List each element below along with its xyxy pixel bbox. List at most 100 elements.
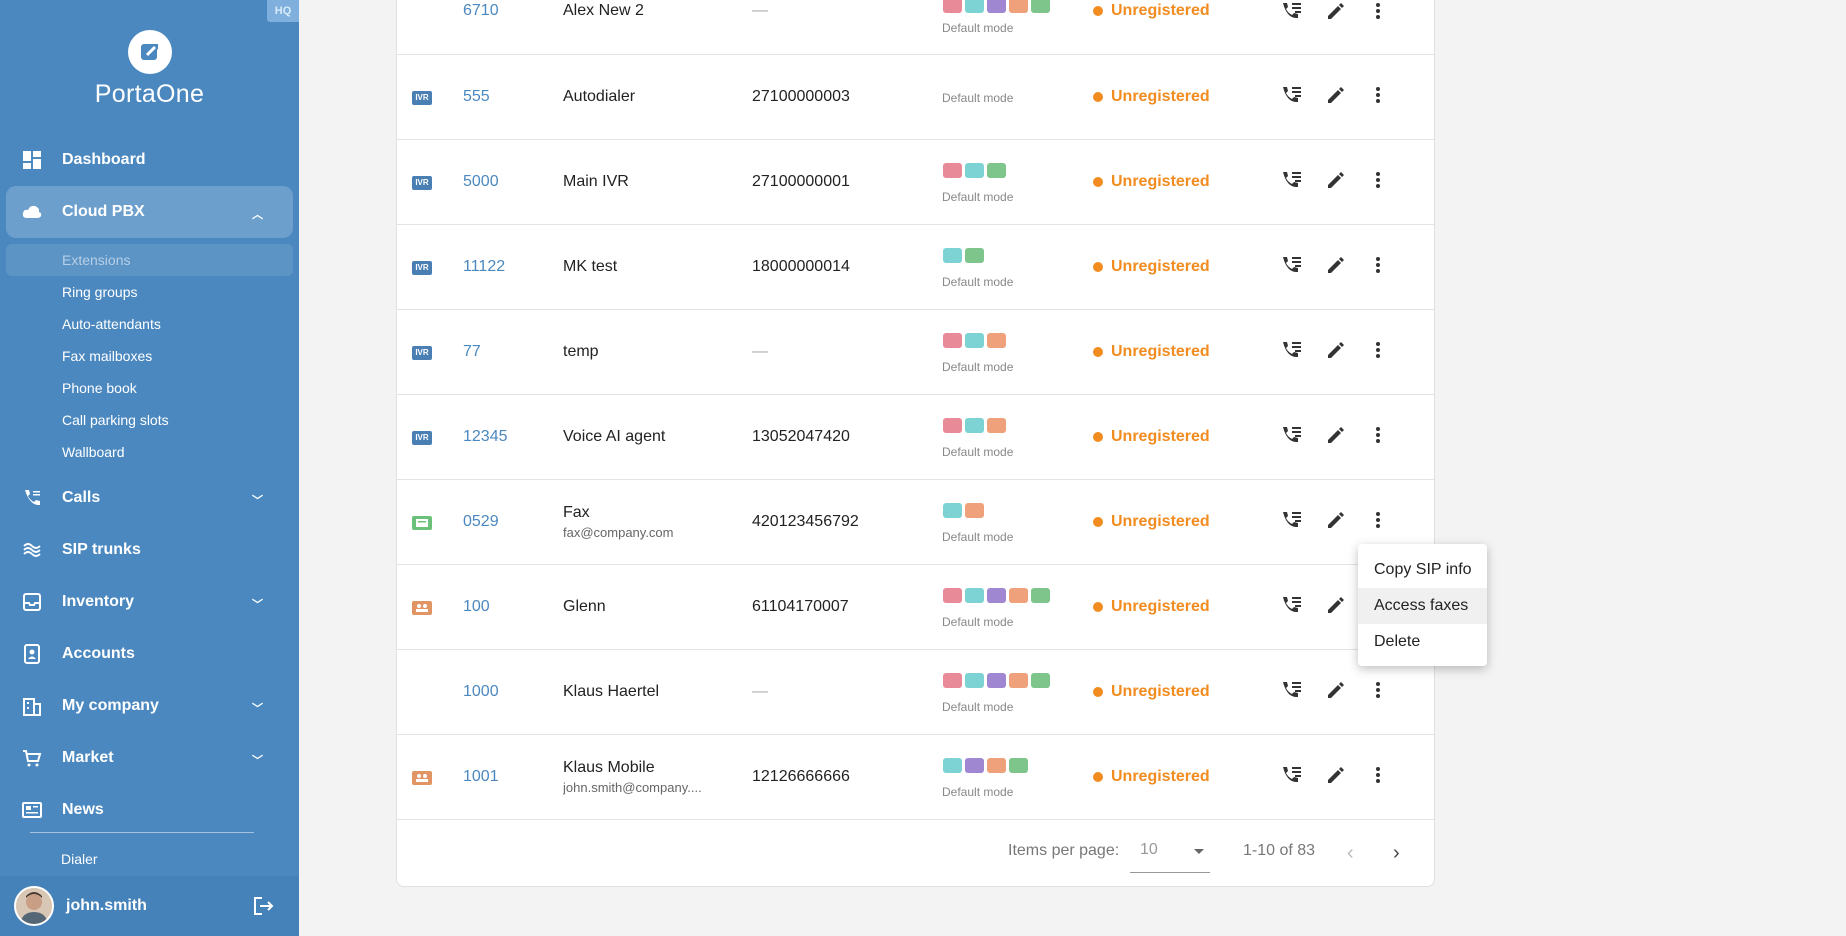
- more-options-icon[interactable]: [1367, 679, 1389, 701]
- group-icon: [412, 601, 432, 615]
- menu-access-faxes[interactable]: Access faxes: [1358, 588, 1487, 624]
- nav-calls[interactable]: Calls ﹀: [0, 472, 299, 524]
- brand-logo[interactable]: PortaOne: [0, 30, 299, 109]
- call-log-icon[interactable]: [1281, 0, 1303, 22]
- call-log-icon[interactable]: [1281, 424, 1303, 446]
- edit-icon[interactable]: [1325, 594, 1347, 616]
- sub-extensions[interactable]: Extensions: [6, 244, 293, 276]
- call-log-icon[interactable]: [1281, 254, 1303, 276]
- nav-market[interactable]: Market ﹀: [0, 732, 299, 784]
- nav-cloud-pbx[interactable]: Cloud PBX ︿: [6, 186, 293, 238]
- user-name[interactable]: john.smith: [66, 897, 147, 915]
- edit-icon[interactable]: [1325, 509, 1347, 531]
- more-options-icon[interactable]: [1367, 254, 1389, 276]
- more-options-icon[interactable]: [1367, 764, 1389, 786]
- sub-wallboard[interactable]: Wallboard: [0, 436, 299, 468]
- feature-icon: [943, 248, 962, 263]
- table-row[interactable]: 1000 Klaus Haertel — Default mode Unregi…: [397, 650, 1434, 735]
- table-row[interactable]: IVR 77 temp — Default mode Unregistered: [397, 310, 1434, 395]
- page-range: 1-10 of 83: [1243, 842, 1316, 859]
- call-log-icon[interactable]: [1281, 509, 1303, 531]
- menu-delete[interactable]: Delete: [1358, 624, 1487, 660]
- dropdown-arrow-icon[interactable]: [1194, 849, 1204, 854]
- status-dot: [1093, 6, 1103, 16]
- nav-news[interactable]: News: [0, 784, 299, 836]
- call-log-icon[interactable]: [1281, 339, 1303, 361]
- ivr-icon: IVR: [412, 91, 432, 105]
- nav-inventory[interactable]: Inventory ﹀: [0, 576, 299, 628]
- table-row[interactable]: 1001 Klaus Mobile john.smith@company....…: [397, 735, 1434, 820]
- chevron-down-icon: ﹀: [252, 703, 263, 715]
- previous-page-button[interactable]: ‹: [1347, 842, 1354, 865]
- dashboard-icon: [23, 151, 41, 169]
- status-dot: [1093, 517, 1103, 527]
- extension-number[interactable]: 12345: [463, 428, 508, 446]
- nav-dialer[interactable]: Dialer: [61, 851, 98, 867]
- feature-icon: [965, 163, 984, 178]
- more-options-icon[interactable]: [1367, 424, 1389, 446]
- sub-auto-attendants[interactable]: Auto-attendants: [0, 308, 299, 340]
- edit-icon[interactable]: [1325, 679, 1347, 701]
- more-options-icon[interactable]: [1367, 339, 1389, 361]
- extension-name: MK test: [563, 258, 618, 275]
- logout-icon[interactable]: [253, 896, 275, 916]
- table-row[interactable]: 6710 Alex New 2 — Default mode Unregiste…: [397, 0, 1434, 55]
- more-options-icon[interactable]: [1367, 84, 1389, 106]
- next-page-button[interactable]: ›: [1393, 842, 1400, 865]
- call-log-icon[interactable]: [1281, 594, 1303, 616]
- nav-accounts[interactable]: Accounts: [0, 628, 299, 680]
- extension-number[interactable]: 77: [463, 343, 481, 361]
- sub-call-parking-slots[interactable]: Call parking slots: [0, 404, 299, 436]
- nav-sip-trunks[interactable]: SIP trunks: [0, 524, 299, 576]
- table-row[interactable]: IVR 12345 Voice AI agent 13052047420 Def…: [397, 395, 1434, 480]
- extension-number[interactable]: 1000: [463, 683, 499, 701]
- extension-number[interactable]: 11122: [463, 258, 505, 276]
- menu-copy-sip-info[interactable]: Copy SIP info: [1358, 552, 1487, 588]
- table-row[interactable]: 100 Glenn 61104170007 Default mode Unreg…: [397, 565, 1434, 650]
- edit-icon[interactable]: [1325, 0, 1347, 22]
- hq-badge[interactable]: HQ: [267, 0, 299, 22]
- ivr-icon: IVR: [412, 346, 432, 360]
- call-log-icon[interactable]: [1281, 169, 1303, 191]
- nav-dashboard[interactable]: Dashboard: [0, 134, 299, 186]
- call-log-icon[interactable]: [1281, 84, 1303, 106]
- status-dot: [1093, 772, 1103, 782]
- sub-ring-groups[interactable]: Ring groups: [0, 276, 299, 308]
- avatar[interactable]: [14, 886, 54, 926]
- phone-number: 12126666666: [752, 768, 850, 785]
- feature-icon: [1031, 0, 1050, 13]
- extension-number[interactable]: 6710: [463, 2, 499, 20]
- extension-number[interactable]: 555: [463, 88, 490, 106]
- edit-icon[interactable]: [1325, 424, 1347, 446]
- edit-icon[interactable]: [1325, 254, 1347, 276]
- table-row[interactable]: IVR 5000 Main IVR 27100000001 Default mo…: [397, 140, 1434, 225]
- call-log-icon[interactable]: [1281, 679, 1303, 701]
- more-options-icon[interactable]: [1367, 509, 1389, 531]
- user-bar: john.smith: [0, 876, 299, 936]
- more-options-icon[interactable]: [1367, 0, 1389, 22]
- table-row[interactable]: 0529 Fax fax@company.com 420123456792 De…: [397, 480, 1434, 565]
- mode-label: Default mode: [942, 445, 1014, 459]
- phone-number: 61104170007: [752, 598, 849, 615]
- select-underline: [1130, 872, 1210, 873]
- feature-icon: [965, 418, 984, 433]
- extension-number[interactable]: 0529: [463, 513, 499, 531]
- status-text: Unregistered: [1111, 173, 1210, 190]
- table-row[interactable]: IVR 555 Autodialer 27100000003 Default m…: [397, 55, 1434, 140]
- sub-fax-mailboxes[interactable]: Fax mailboxes: [0, 340, 299, 372]
- edit-icon[interactable]: [1325, 339, 1347, 361]
- edit-icon[interactable]: [1325, 84, 1347, 106]
- extension-number[interactable]: 100: [463, 598, 490, 616]
- feature-icons: [943, 673, 1050, 688]
- nav-my-company[interactable]: My company ﹀: [0, 680, 299, 732]
- extension-number[interactable]: 5000: [463, 173, 499, 191]
- call-log-icon[interactable]: [1281, 764, 1303, 786]
- more-options-icon[interactable]: [1367, 169, 1389, 191]
- items-per-page-select[interactable]: 10: [1140, 841, 1158, 859]
- feature-icon: [987, 0, 1006, 13]
- extension-number[interactable]: 1001: [463, 768, 499, 786]
- edit-icon[interactable]: [1325, 764, 1347, 786]
- sub-phone-book[interactable]: Phone book: [0, 372, 299, 404]
- edit-icon[interactable]: [1325, 169, 1347, 191]
- table-row[interactable]: IVR 11122 MK test 18000000014 Default mo…: [397, 225, 1434, 310]
